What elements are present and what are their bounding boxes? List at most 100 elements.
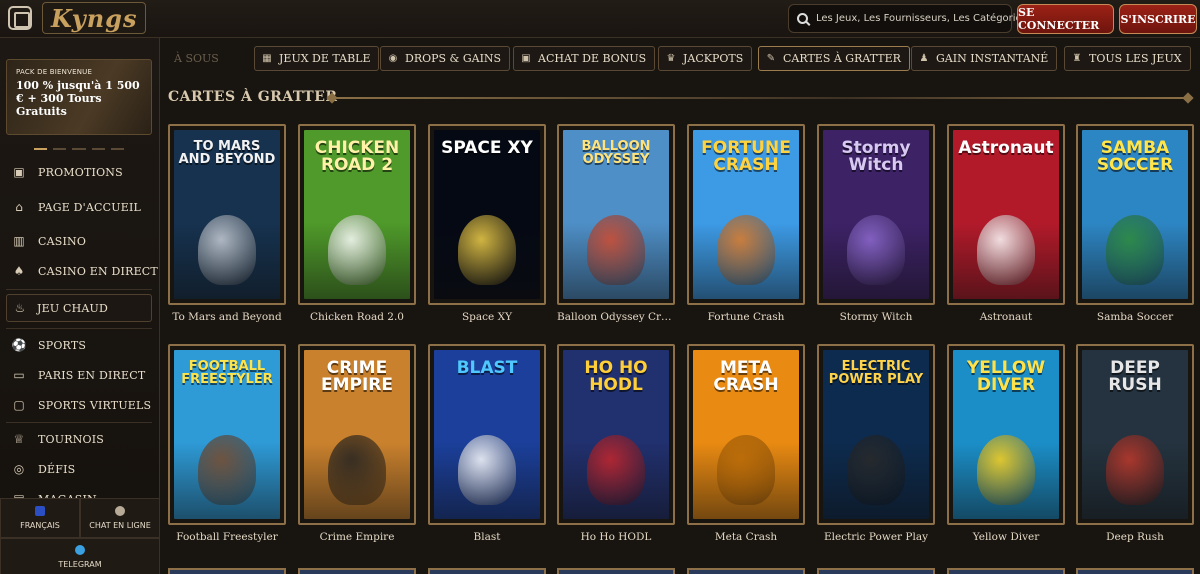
game-title[interactable]: Electric Power Play: [817, 531, 935, 543]
game-card[interactable]: BALLOON ODYSSEY Balloon Odyssey Crash: [557, 124, 675, 323]
game-thumbnail[interactable]: TO MARS AND BEYOND: [168, 124, 286, 305]
banner-pagination[interactable]: [34, 148, 125, 150]
tab-label: JEUX DE TABLE: [279, 52, 371, 65]
sidebar-item-tournaments[interactable]: ♕ TOURNOIS: [0, 425, 159, 453]
game-title[interactable]: Chicken Road 2.0: [298, 311, 416, 323]
game-card[interactable]: BLAST Blast: [428, 344, 546, 543]
game-logo-text: TO MARS AND BEYOND: [178, 139, 276, 167]
tab-all-games[interactable]: ♜ TOUS LES JEUX: [1064, 46, 1191, 71]
game-thumbnail[interactable]: Stormy Witch: [817, 124, 935, 305]
sidebar-toggle-icon[interactable]: [8, 6, 32, 30]
chat-icon: [115, 506, 125, 516]
sidebar-item-live-betting[interactable]: ▭ PARIS EN DIRECT: [0, 361, 159, 389]
sidebar-item-challenges[interactable]: ◎ DÉFIS: [0, 455, 159, 483]
sidebar-item-home[interactable]: ⌂ PAGE D'ACCUEIL: [0, 193, 159, 221]
game-title[interactable]: Blast: [428, 531, 546, 543]
game-title[interactable]: Meta Crash: [687, 531, 805, 543]
game-title[interactable]: Astronaut: [947, 311, 1065, 323]
game-art-shape: [328, 435, 386, 505]
game-title[interactable]: Space XY: [428, 311, 546, 323]
sidebar-item-hot-games[interactable]: ♨ JEU CHAUD: [6, 294, 152, 322]
banner-dot[interactable]: [91, 148, 105, 150]
game-title[interactable]: To Mars and Beyond: [168, 311, 286, 323]
sidebar-item-live-casino[interactable]: ♠ CASINO EN DIRECT: [0, 257, 159, 285]
game-card-partial[interactable]: [557, 568, 675, 574]
game-title[interactable]: Fortune Crash: [687, 311, 805, 323]
game-title[interactable]: Balloon Odyssey Crash: [557, 311, 675, 323]
tab-label: JACKPOTS: [683, 52, 744, 65]
game-title[interactable]: Deep Rush: [1076, 531, 1194, 543]
tab-bonus-buy[interactable]: ▣ ACHAT DE BONUS: [513, 46, 656, 71]
banner-dot[interactable]: [110, 148, 125, 150]
game-card[interactable]: FORTUNE CRASH Fortune Crash: [687, 124, 805, 323]
game-title[interactable]: Crime Empire: [298, 531, 416, 543]
game-card-partial[interactable]: [947, 568, 1065, 574]
game-card[interactable]: YELLOW DIVER Yellow Diver: [947, 344, 1065, 543]
sidebar-item-sports[interactable]: ⚽ SPORTS: [0, 331, 159, 359]
game-thumbnail[interactable]: SAMBA SOCCER: [1076, 124, 1194, 305]
game-thumbnail[interactable]: FOOTBALL FREESTYLER: [168, 344, 286, 525]
sidebar-item-promotions[interactable]: ▣ PROMOTIONS: [0, 158, 159, 186]
game-thumbnail[interactable]: Astronaut: [947, 124, 1065, 305]
telegram-button[interactable]: TELEGRAM: [0, 538, 159, 574]
game-card-partial[interactable]: [687, 568, 805, 574]
game-card-partial[interactable]: [428, 568, 546, 574]
game-card[interactable]: DEEP RUSH Deep Rush: [1076, 344, 1194, 543]
language-button[interactable]: FRANÇAIS: [0, 498, 80, 538]
banner-dot[interactable]: [53, 148, 67, 150]
game-logo-text: BALLOON ODYSSEY: [581, 139, 651, 167]
game-card-partial[interactable]: [817, 568, 935, 574]
game-card[interactable]: Stormy Witch Stormy Witch: [817, 124, 935, 323]
banner-dot[interactable]: [72, 148, 86, 150]
login-button[interactable]: SE CONNECTER: [1017, 4, 1114, 34]
game-card[interactable]: Astronaut Astronaut: [947, 124, 1065, 323]
sidebar-item-virtual-sports[interactable]: ▢ SPORTS VIRTUELS: [0, 391, 159, 419]
game-card[interactable]: CRIME EMPIRE Crime Empire: [298, 344, 416, 543]
sidebar-item-casino[interactable]: ▥ CASINO: [0, 227, 159, 255]
tab-drops-wins[interactable]: ◉ DROPS & GAINS: [380, 46, 511, 71]
game-card-partial[interactable]: [298, 568, 416, 574]
game-card-partial[interactable]: [1076, 568, 1194, 574]
game-thumbnail[interactable]: FORTUNE CRASH: [687, 124, 805, 305]
game-thumbnail[interactable]: CRIME EMPIRE: [298, 344, 416, 525]
tab-table-games[interactable]: ▦ JEUX DE TABLE: [254, 46, 380, 71]
live-icon: ▭: [13, 368, 25, 382]
game-card[interactable]: TO MARS AND BEYOND To Mars and Beyond: [168, 124, 286, 323]
game-thumbnail[interactable]: YELLOW DIVER: [947, 344, 1065, 525]
game-thumbnail[interactable]: HO HO HODL: [557, 344, 675, 525]
game-card[interactable]: SPACE XY Space XY: [428, 124, 546, 323]
game-title[interactable]: Football Freestyler: [168, 531, 286, 543]
tab-jackpots[interactable]: ♛ JACKPOTS: [658, 46, 753, 71]
game-card-partial[interactable]: [168, 568, 286, 574]
game-card[interactable]: META CRASH Meta Crash: [687, 344, 805, 543]
game-thumbnail[interactable]: BALLOON ODYSSEY: [557, 124, 675, 305]
game-artwork: CRIME EMPIRE: [304, 350, 410, 519]
game-thumbnail[interactable]: SPACE XY: [428, 124, 546, 305]
game-thumbnail[interactable]: META CRASH: [687, 344, 805, 525]
tab-label: TOUS LES JEUX: [1089, 52, 1182, 65]
game-thumbnail[interactable]: CHICKEN ROAD 2: [298, 124, 416, 305]
tab-instant-win[interactable]: ♟ GAIN INSTANTANÉ: [911, 46, 1058, 71]
site-logo[interactable]: Kyngs: [42, 2, 147, 34]
game-card[interactable]: FOOTBALL FREESTYLER Football Freestyler: [168, 344, 286, 543]
game-thumbnail[interactable]: ELECTRIC POWER PLAY: [817, 344, 935, 525]
welcome-bonus-banner[interactable]: PACK DE BIENVENUE 100 % jusqu'à 1 500 € …: [6, 59, 152, 135]
tab-slots[interactable]: À SOUS: [172, 46, 227, 71]
banner-dot[interactable]: [34, 148, 48, 150]
game-card[interactable]: ELECTRIC POWER PLAY Electric Power Play: [817, 344, 935, 543]
signup-button[interactable]: S'INSCRIRE: [1119, 4, 1197, 34]
search-input[interactable]: Les Jeux, Les Fournisseurs, Les Catégori…: [788, 4, 1027, 33]
game-title[interactable]: Yellow Diver: [947, 531, 1065, 543]
live-chat-button[interactable]: CHAT EN LIGNE: [80, 498, 159, 538]
game-title[interactable]: Samba Soccer: [1076, 311, 1194, 323]
game-thumbnail[interactable]: BLAST: [428, 344, 546, 525]
sidebar-item-label: PARIS EN DIRECT: [38, 368, 146, 382]
tab-scratch-cards[interactable]: ✎ CARTES À GRATTER: [758, 46, 910, 71]
game-logo-text: ELECTRIC POWER PLAY: [828, 359, 924, 387]
game-thumbnail[interactable]: DEEP RUSH: [1076, 344, 1194, 525]
game-card[interactable]: SAMBA SOCCER Samba Soccer: [1076, 124, 1194, 323]
game-card[interactable]: HO HO HODL Ho Ho HODL: [557, 344, 675, 543]
game-title[interactable]: Stormy Witch: [817, 311, 935, 323]
game-title[interactable]: Ho Ho HODL: [557, 531, 675, 543]
game-card[interactable]: CHICKEN ROAD 2 Chicken Road 2.0: [298, 124, 416, 323]
